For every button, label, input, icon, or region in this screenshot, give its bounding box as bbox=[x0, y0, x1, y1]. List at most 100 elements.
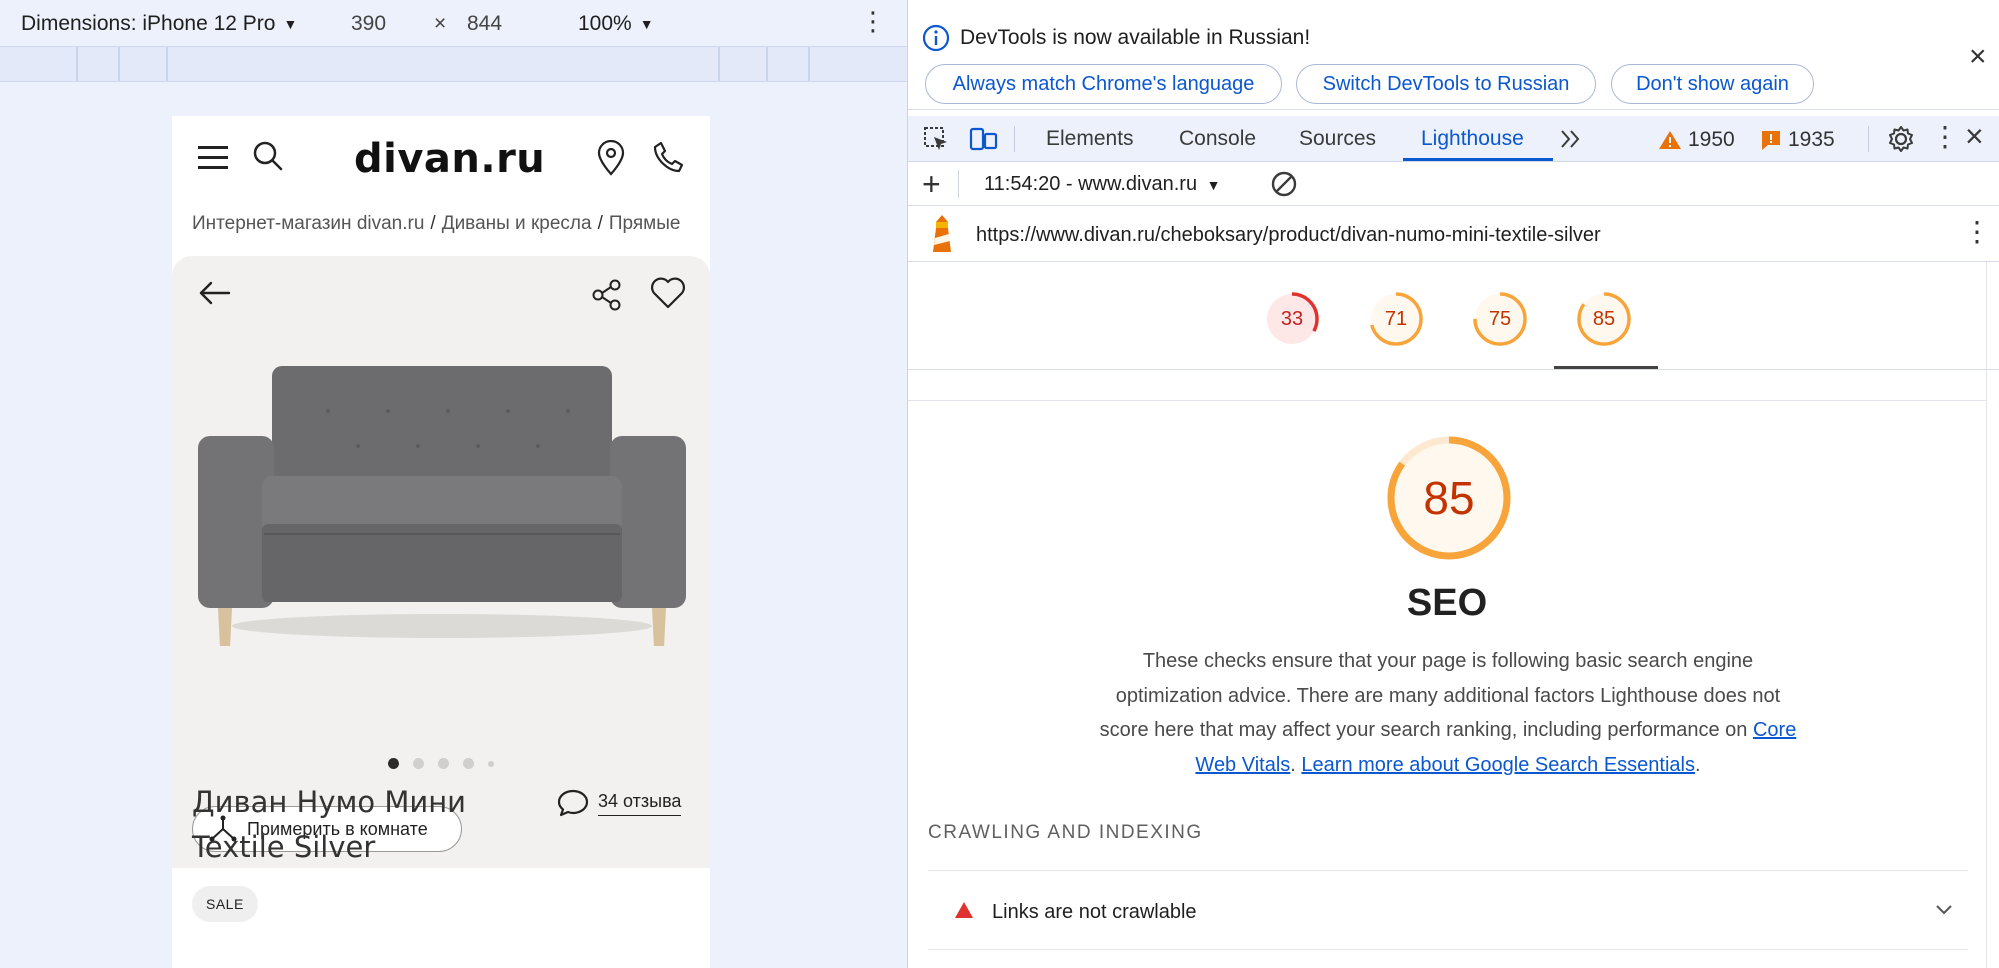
section-heading: CRAWLING AND INDEXING bbox=[928, 822, 1203, 843]
ruler-divider bbox=[166, 47, 168, 81]
score-gauge[interactable]: 71 bbox=[1367, 290, 1425, 348]
device-toolbar-icon[interactable] bbox=[968, 125, 998, 153]
tab-sources[interactable]: Sources bbox=[1299, 127, 1376, 151]
gauge-value: 33 bbox=[1280, 308, 1304, 330]
devtools-tabbar: Elements Console Sources Lighthouse 1950 bbox=[908, 116, 1999, 162]
width-input[interactable]: 390 bbox=[351, 12, 386, 36]
more-tabs-icon[interactable] bbox=[1558, 128, 1584, 150]
report-url: https://www.divan.ru/cheboksary/product/… bbox=[976, 224, 1601, 246]
gallery-dot[interactable] bbox=[388, 758, 399, 769]
report-select-label: 11:54:20 - www.divan.ru bbox=[984, 173, 1198, 195]
product-gallery: Примерить в комнате bbox=[172, 256, 710, 868]
chevron-down-icon[interactable] bbox=[1934, 903, 1954, 917]
share-icon[interactable] bbox=[590, 278, 624, 312]
score-gauge[interactable]: 75 bbox=[1471, 290, 1529, 348]
gallery-dot[interactable] bbox=[438, 758, 449, 769]
always-match-language-button[interactable]: Always match Chrome's language bbox=[925, 64, 1282, 104]
ruler-divider bbox=[808, 47, 810, 81]
infobar-message: DevTools is now available in Russian! bbox=[960, 26, 1311, 49]
chevron-down-icon: ▼ bbox=[283, 16, 298, 32]
issues-counter[interactable]: 1935 bbox=[1760, 128, 1835, 152]
toolbar-separator bbox=[1014, 126, 1015, 152]
location-pin-icon[interactable] bbox=[596, 140, 626, 176]
selected-gauge-indicator bbox=[1554, 366, 1658, 369]
tab-lighthouse[interactable]: Lighthouse bbox=[1421, 127, 1524, 151]
switch-to-russian-button[interactable]: Switch DevTools to Russian bbox=[1296, 64, 1596, 104]
gallery-pagination bbox=[388, 758, 494, 769]
breadcrumb-item[interactable]: Интернет-магазин divan.ru bbox=[192, 213, 424, 234]
search-essentials-link[interactable]: Learn more about Google Search Essential… bbox=[1301, 754, 1695, 776]
breadcrumb-item[interactable]: Диваны и кресла bbox=[442, 213, 592, 234]
gallery-dot[interactable] bbox=[488, 760, 494, 767]
section-divider bbox=[908, 400, 1986, 401]
times-sign: × bbox=[434, 12, 447, 35]
inspect-element-icon[interactable] bbox=[922, 125, 950, 153]
breadcrumb: Интернет-магазин divan.ru / Диваны и кресл… bbox=[192, 213, 680, 235]
emulated-page: divan.ru Интернет-магазин divan.ru / Диван… bbox=[172, 116, 710, 968]
arrow-left-icon[interactable] bbox=[198, 280, 232, 306]
close-icon[interactable]: × bbox=[1969, 42, 1987, 72]
audit-title: Links are not crawlable bbox=[992, 901, 1197, 923]
lighthouse-logo-icon bbox=[933, 215, 951, 252]
menu-icon[interactable] bbox=[198, 146, 228, 170]
clear-icon[interactable] bbox=[1270, 170, 1298, 198]
gallery-dot[interactable] bbox=[463, 758, 474, 769]
audit-item[interactable]: Links are not crawlable bbox=[928, 870, 1968, 950]
gear-icon[interactable] bbox=[1887, 125, 1915, 153]
category-score-value: 85 bbox=[1423, 472, 1475, 524]
dont-show-again-button[interactable]: Don't show again bbox=[1611, 64, 1814, 104]
category-score-gauge: 85 bbox=[1385, 434, 1513, 562]
info-icon bbox=[922, 24, 950, 52]
tab-elements[interactable]: Elements bbox=[1046, 127, 1134, 151]
lighthouse-toolbar: + 11:54:20 - www.divan.ru ▼ bbox=[908, 162, 1999, 206]
reviews-link[interactable]: 34 отзыва bbox=[556, 788, 682, 818]
description-text: These checks ensure that your page is fo… bbox=[1099, 650, 1781, 741]
fail-triangle-icon bbox=[955, 902, 973, 918]
zoom-select[interactable]: 100% ▼ bbox=[578, 12, 654, 36]
score-gauges: 33 71 75 85 bbox=[908, 262, 1999, 370]
ruler-divider bbox=[766, 47, 768, 81]
description-end: . bbox=[1695, 753, 1701, 776]
gauge-value: 71 bbox=[1384, 308, 1408, 330]
new-report-icon[interactable]: + bbox=[922, 166, 941, 203]
ruler-divider bbox=[118, 47, 120, 81]
device-select[interactable]: Dimensions: iPhone 12 Pro ▼ bbox=[21, 12, 297, 36]
close-devtools-icon[interactable]: × bbox=[1965, 118, 1984, 155]
reviews-count: 34 отзыва bbox=[598, 791, 682, 816]
issues-count: 1935 bbox=[1788, 128, 1835, 151]
product-image[interactable] bbox=[198, 356, 686, 646]
more-options-icon[interactable]: ⋮ bbox=[1963, 218, 1991, 246]
category-title: SEO bbox=[1406, 582, 1488, 624]
gallery-dot[interactable] bbox=[413, 758, 424, 769]
device-toolbar: Dimensions: iPhone 12 Pro ▼ 390 × 844 10… bbox=[0, 0, 907, 46]
breadcrumb-separator: / bbox=[597, 213, 603, 234]
ruler-divider bbox=[76, 47, 78, 81]
more-options-icon[interactable]: ⋮ bbox=[1931, 120, 1959, 153]
category-description: These checks ensure that your page is fo… bbox=[1098, 644, 1798, 782]
media-query-ruler bbox=[0, 46, 907, 82]
warnings-counter[interactable]: 1950 bbox=[1658, 128, 1735, 152]
site-header: divan.ru bbox=[172, 116, 710, 202]
report-select[interactable]: 11:54:20 - www.divan.ru ▼ bbox=[984, 173, 1221, 196]
site-logo[interactable]: divan.ru bbox=[354, 136, 545, 182]
screen: Dimensions: iPhone 12 Pro ▼ 390 × 844 10… bbox=[0, 0, 1999, 968]
active-tab-indicator bbox=[1403, 158, 1553, 161]
heart-icon[interactable] bbox=[650, 276, 686, 310]
scrollbar[interactable] bbox=[1986, 262, 1987, 968]
toolbar-separator bbox=[1868, 126, 1869, 152]
score-gauge[interactable]: 85 bbox=[1575, 290, 1633, 348]
score-gauge[interactable]: 33 bbox=[1263, 290, 1321, 348]
breadcrumb-item[interactable]: Прямые bbox=[609, 213, 681, 234]
tab-console[interactable]: Console bbox=[1179, 127, 1256, 151]
height-input[interactable]: 844 bbox=[467, 12, 502, 36]
zoom-label: 100% bbox=[578, 12, 632, 35]
gauge-value: 75 bbox=[1488, 308, 1512, 330]
product-title: Диван Нумо Мини Textile Silver bbox=[192, 785, 467, 864]
gauge-value: 85 bbox=[1592, 308, 1616, 330]
issue-flag-icon bbox=[1762, 131, 1780, 150]
search-icon[interactable] bbox=[252, 140, 284, 172]
chevron-down-icon: ▼ bbox=[639, 16, 654, 32]
more-options-icon[interactable]: ⋮ bbox=[860, 8, 886, 34]
phone-icon[interactable] bbox=[652, 140, 684, 174]
device-select-label: Dimensions: iPhone 12 Pro bbox=[21, 12, 276, 35]
